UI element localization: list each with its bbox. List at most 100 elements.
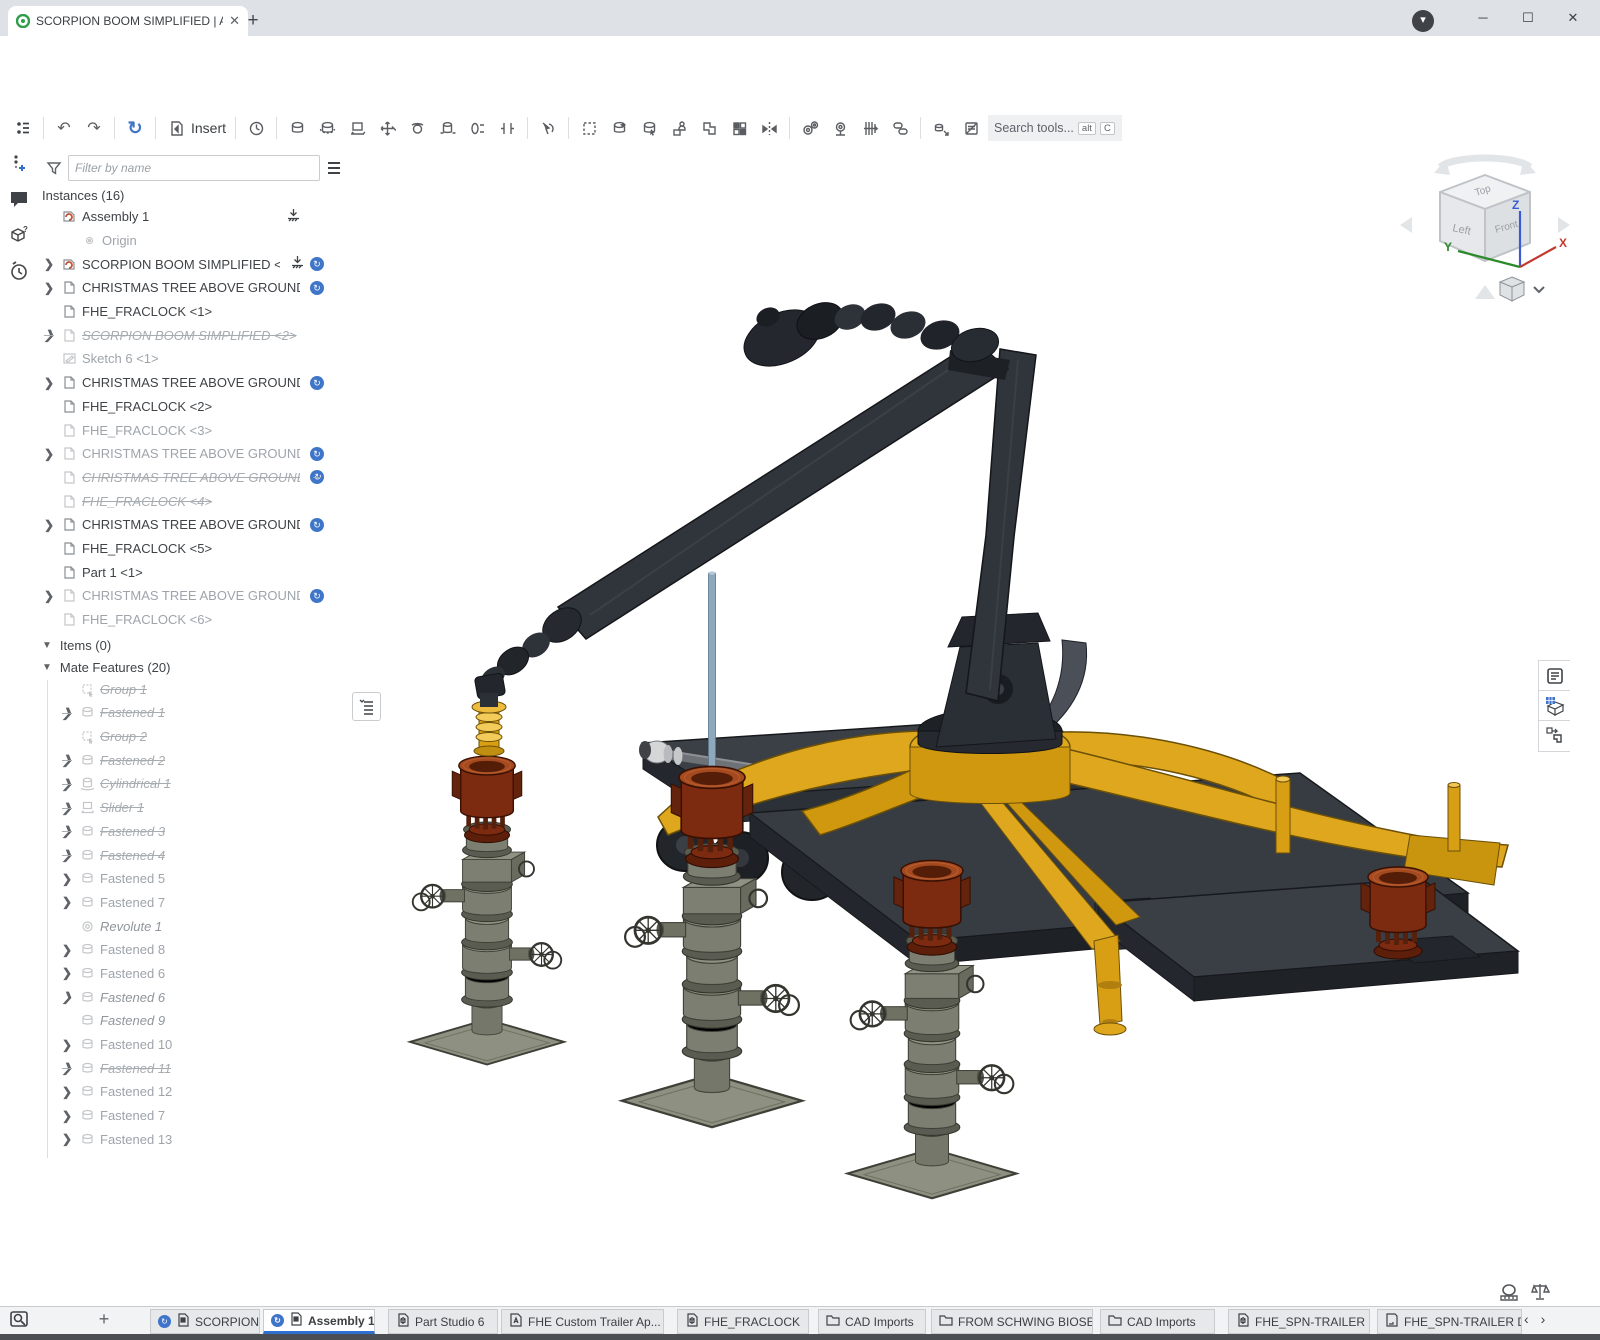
- tree-tool-icon[interactable]: [10, 115, 36, 141]
- instance-row-scorpion-boom-simplified-1[interactable]: ❯SCORPION BOOM SIMPLIFIED <1>↻: [38, 252, 350, 276]
- mate-row-fastened-7[interactable]: ❯Fastened 7: [38, 891, 350, 915]
- linked-document-sync-icon[interactable]: ↻: [310, 518, 324, 532]
- measure-tool-icon[interactable]: [1498, 1284, 1520, 1302]
- tab-fhe-fraclock[interactable]: FHE_FRACLOCK: [677, 1309, 809, 1334]
- mate-row-fastened-1[interactable]: ❯Fastened 1: [38, 701, 350, 725]
- filter-input[interactable]: Filter by name: [68, 155, 320, 181]
- instance-row-christmas-tree-above-ground-6[interactable]: ❯CHRISTMAS TREE ABOVE GROUND <6>↻: [38, 584, 350, 608]
- window-maximize-button[interactable]: ☐: [1513, 6, 1543, 30]
- expand-chevron-icon[interactable]: ❯: [60, 824, 74, 838]
- expand-chevron-icon[interactable]: ❯: [60, 943, 74, 957]
- tab-from-schwing-bioset[interactable]: FROM SCHWING BIOSET: [931, 1309, 1093, 1334]
- mate-row-fastened-12[interactable]: ❯Fastened 12: [38, 1080, 350, 1104]
- search-tabs-button[interactable]: [10, 1311, 34, 1331]
- parallel-tool-icon[interactable]: [494, 115, 520, 141]
- expand-chevron-icon[interactable]: ❯: [42, 447, 56, 461]
- redo-tool-icon[interactable]: ↷: [81, 115, 107, 141]
- mate-features-header[interactable]: ▼Mate Features (20): [42, 660, 350, 675]
- comment-panel-button[interactable]: [1538, 660, 1570, 692]
- instance-row-fhe-fraclock-2[interactable]: FHE_FRACLOCK <2>: [38, 395, 350, 419]
- view-cube[interactable]: Top Left Front Z X Y: [1400, 157, 1570, 301]
- planar-tool-icon[interactable]: [374, 115, 400, 141]
- linked-document-sync-icon[interactable]: ↻: [310, 281, 324, 295]
- instance-row-origin[interactable]: Origin: [38, 229, 350, 253]
- items-header[interactable]: ▼Items (0): [42, 638, 350, 653]
- boxselect-tool-icon[interactable]: [576, 115, 602, 141]
- expand-chevron-icon[interactable]: ❯: [60, 1038, 74, 1052]
- assembly-3d-scene[interactable]: Top Left Front Z X Y: [350, 145, 1600, 1306]
- mate-row-fastened-9[interactable]: Fastened 9: [38, 1009, 350, 1033]
- tab-part-studio-6[interactable]: Part Studio 6: [388, 1309, 498, 1334]
- revolute-tool-icon[interactable]: [314, 115, 340, 141]
- expand-chevron-icon[interactable]: ❯: [42, 328, 56, 342]
- tab-close-icon[interactable]: ✕: [229, 13, 240, 29]
- snap-tool-icon[interactable]: [535, 115, 561, 141]
- ball-tool-icon[interactable]: [404, 115, 430, 141]
- download-button[interactable]: ▾: [1412, 10, 1434, 32]
- gear-tool-icon[interactable]: [797, 115, 823, 141]
- expand-chevron-icon[interactable]: ❯: [60, 753, 74, 767]
- linked-document-sync-icon[interactable]: ↻: [310, 447, 324, 461]
- mass-properties-icon[interactable]: [1530, 1282, 1550, 1302]
- linked-document-sync-icon[interactable]: ↻: [310, 376, 324, 390]
- slider-tool-icon[interactable]: [344, 115, 370, 141]
- add-element-tab-button[interactable]: +: [92, 1308, 116, 1330]
- instance-row-christmas-tree-above-ground-5[interactable]: ❯CHRISTMAS TREE ABOVE GROUND <5>↻: [38, 513, 350, 537]
- new-tab-button[interactable]: +: [240, 8, 266, 34]
- pattern-tool-icon[interactable]: [726, 115, 752, 141]
- expand-chevron-icon[interactable]: ❯: [60, 895, 74, 909]
- instance-row-fhe-fraclock-5[interactable]: FHE_FRACLOCK <5>: [38, 537, 350, 561]
- expand-chevron-icon[interactable]: ❯: [60, 706, 74, 720]
- clock-tool-icon[interactable]: [243, 115, 269, 141]
- expand-chevron-icon[interactable]: ❯: [60, 1085, 74, 1099]
- feature-list-toggle-button[interactable]: [352, 692, 381, 721]
- expand-chevron-icon[interactable]: ❯: [60, 1132, 74, 1146]
- featstar-tool-icon[interactable]: [606, 115, 632, 141]
- sync-tool-icon[interactable]: ↻: [122, 115, 148, 141]
- instance-row-christmas-tree-above-ground-3[interactable]: ❯CHRISTMAS TREE ABOVE GROUND <3>↻: [38, 442, 350, 466]
- expand-chevron-icon[interactable]: ❯: [42, 518, 56, 532]
- expand-chevron-icon[interactable]: ❯: [60, 777, 74, 791]
- instance-row-scorpion-boom-simplified-2[interactable]: ❯SCORPION BOOM SIMPLIFIED <2>: [38, 323, 350, 347]
- instance-row-assembly-1[interactable]: Assembly 1: [38, 205, 350, 229]
- boom-wrist-joints[interactable]: [474, 601, 588, 707]
- expand-chevron-icon[interactable]: ❯: [60, 848, 74, 862]
- follow-mode-icon[interactable]: ?: [9, 225, 29, 245]
- insert-tool-label[interactable]: Insert: [191, 120, 226, 136]
- filter-icon[interactable]: [46, 160, 62, 176]
- view-mode-menu[interactable]: [1500, 277, 1544, 301]
- expand-chevron-icon[interactable]: ❯: [60, 990, 74, 1004]
- mirror-tool-icon[interactable]: [756, 115, 782, 141]
- instance-row-fhe-fraclock-3[interactable]: FHE_FRACLOCK <3>: [38, 418, 350, 442]
- browser-tab[interactable]: SCORPION BOOM SIMPLIFIED | A ✕: [8, 6, 248, 36]
- explode-tool-icon[interactable]: [928, 115, 954, 141]
- mate-row-fastened-2[interactable]: ❯Fastened 2: [38, 748, 350, 772]
- mate-row-group-1[interactable]: Group 1: [38, 677, 350, 701]
- graphics-viewport[interactable]: Top Left Front Z X Y: [350, 145, 1600, 1306]
- tab-fhe-spn-trailer[interactable]: FHE_SPN-TRAILER: [1228, 1309, 1370, 1334]
- expand-chevron-icon[interactable]: ❯: [60, 872, 74, 886]
- frac-stack-1[interactable]: [410, 756, 564, 1064]
- instance-row-christmas-tree-above-ground-4[interactable]: CHRISTMAS TREE ABOVE GROUND <4>↻: [38, 466, 350, 490]
- mate-row-fastened-8[interactable]: ❯Fastened 8: [38, 938, 350, 962]
- expand-chevron-icon[interactable]: ❯: [60, 1061, 74, 1075]
- instance-row-fhe-fraclock-1[interactable]: FHE_FRACLOCK <1>: [38, 300, 350, 324]
- tab-assembly-1[interactable]: ↻Assembly 1: [263, 1309, 375, 1334]
- tab-scorpion-boom-si[interactable]: ↻SCORPION BOOM SI...: [150, 1309, 260, 1334]
- instance-row-christmas-tree-above-ground-2[interactable]: ❯CHRISTMAS TREE ABOVE GROUND <2>↻: [38, 276, 350, 300]
- fastened-tool-icon[interactable]: [284, 115, 310, 141]
- mate-row-group-2[interactable]: Group 2: [38, 725, 350, 749]
- featcur-tool-icon[interactable]: [636, 115, 662, 141]
- history-icon[interactable]: [9, 261, 29, 281]
- mate-row-slider-1[interactable]: ❯Slider 1: [38, 796, 350, 820]
- tab-fhe-spn-trailer-d[interactable]: FHE_SPN-TRAILER D: [1377, 1309, 1522, 1334]
- rack-tool-icon[interactable]: [857, 115, 883, 141]
- insert-tool-icon[interactable]: [163, 115, 189, 141]
- sprocket-tool-icon[interactable]: [827, 115, 853, 141]
- mate-row-fastened-6[interactable]: ❯Fastened 6: [38, 985, 350, 1009]
- expand-chevron-icon[interactable]: ❯: [42, 281, 56, 295]
- configurations-panel-button[interactable]: [1538, 720, 1570, 752]
- comment-icon[interactable]: [9, 189, 29, 209]
- incontext-tool-icon[interactable]: [696, 115, 722, 141]
- tab-fhe-custom-trailer-ap[interactable]: FHE Custom Trailer Ap...: [501, 1309, 664, 1334]
